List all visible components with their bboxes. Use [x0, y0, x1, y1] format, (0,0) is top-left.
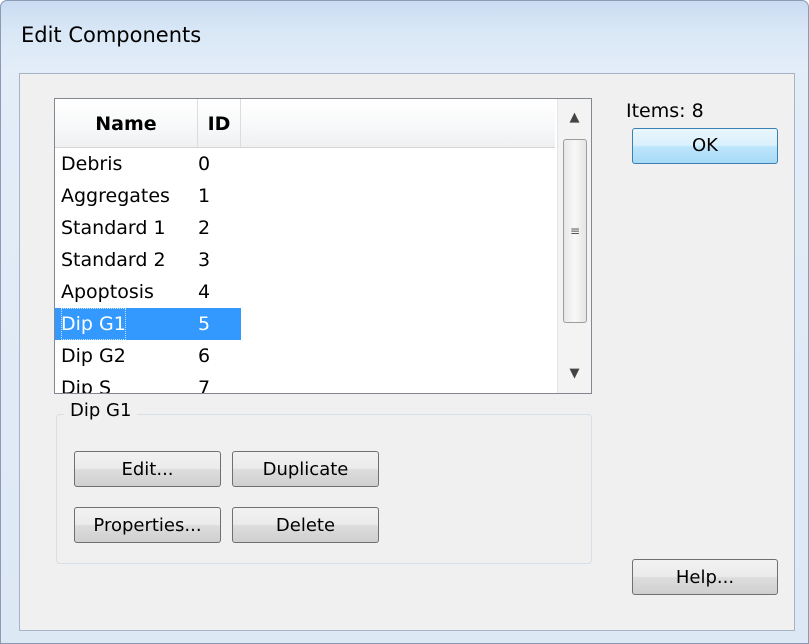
list-row[interactable]: Dip G2 6 [55, 340, 241, 372]
row-name: Standard 1 [61, 217, 166, 239]
edit-button[interactable]: Edit... [74, 451, 221, 487]
scroll-up-arrow-icon[interactable]: ▲ [558, 103, 591, 133]
column-header-id[interactable]: ID [198, 99, 241, 147]
list-row-selected[interactable]: Dip G1 5 [55, 308, 241, 340]
list-row[interactable]: Apoptosis 4 [55, 276, 241, 308]
row-id: 6 [198, 345, 211, 367]
row-name: Aggregates [61, 185, 170, 207]
row-id: 1 [198, 185, 211, 207]
row-id: 5 [198, 313, 211, 335]
list-row[interactable]: Standard 1 2 [55, 212, 241, 244]
list-row[interactable]: Standard 2 3 [55, 244, 241, 276]
scroll-down-arrow-icon[interactable]: ▼ [558, 359, 591, 389]
duplicate-button[interactable]: Duplicate [232, 451, 379, 487]
row-id: 2 [198, 217, 211, 239]
ok-button[interactable]: OK [632, 128, 778, 164]
window-title: Edit Components [21, 23, 202, 47]
row-name: Standard 2 [61, 249, 166, 271]
row-name: Dip G2 [61, 345, 126, 367]
edit-components-dialog: Edit Components Name ID Debris 0 Aggrega… [0, 0, 809, 644]
help-button[interactable]: Help... [632, 559, 778, 595]
row-name: Apoptosis [61, 281, 154, 303]
row-id: 4 [198, 281, 211, 303]
scroll-grip-icon: ≡ [569, 224, 581, 238]
list-row[interactable]: Dip S 7 [55, 372, 241, 394]
column-header-name[interactable]: Name [55, 99, 198, 147]
list-row[interactable]: Aggregates 1 [55, 180, 241, 212]
title-bar[interactable]: Edit Components [1, 1, 808, 73]
vertical-scrollbar[interactable]: ▲ ≡ ▼ [557, 99, 591, 393]
components-list[interactable]: Name ID Debris 0 Aggregates 1 Standard 1… [54, 98, 592, 394]
row-id: 3 [198, 249, 211, 271]
row-id: 7 [198, 377, 211, 394]
items-count: Items: 8 [626, 100, 704, 122]
row-name: Dip S [61, 377, 112, 394]
group-label: Dip G1 [64, 400, 138, 421]
dialog-client-area: Name ID Debris 0 Aggregates 1 Standard 1… [19, 73, 795, 631]
delete-button[interactable]: Delete [232, 507, 379, 543]
properties-button[interactable]: Properties... [74, 507, 221, 543]
row-id: 0 [198, 153, 211, 175]
row-name: Debris [61, 153, 123, 175]
row-name: Dip G1 [61, 308, 126, 340]
list-rows: Debris 0 Aggregates 1 Standard 1 2 Stand… [55, 148, 555, 394]
list-header: Name ID [55, 99, 555, 148]
scroll-thumb[interactable]: ≡ [563, 139, 587, 323]
list-row[interactable]: Debris 0 [55, 148, 241, 180]
